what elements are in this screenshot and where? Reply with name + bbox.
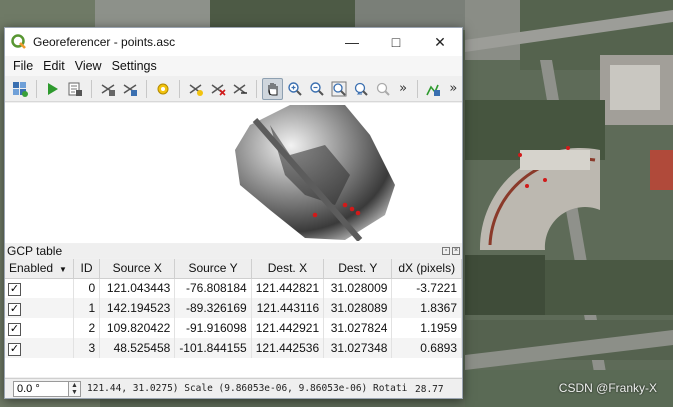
rotation-spinner[interactable]: ▲ ▼: [69, 381, 81, 397]
cell-id[interactable]: 0: [73, 278, 101, 298]
column-header-id[interactable]: ID: [73, 259, 101, 279]
window-title: Georeferencer - points.asc: [33, 35, 176, 49]
column-header-dest-y[interactable]: Dest. Y: [323, 259, 393, 279]
enabled-checkbox[interactable]: ✓: [5, 338, 74, 358]
cell-dest-x[interactable]: 121.443116: [251, 298, 325, 318]
cell-source-x[interactable]: 142.194523: [99, 298, 176, 318]
rotation-input[interactable]: 0.0 °: [13, 381, 69, 397]
georeferencer-window: Georeferencer - points.asc — □ ✕ File Ed…: [4, 27, 463, 399]
minimize-button[interactable]: —: [330, 28, 374, 56]
cell-source-x[interactable]: 121.043443: [99, 278, 176, 298]
save-gcp-points-icon[interactable]: [119, 78, 140, 100]
sort-desc-icon: ▼: [59, 265, 67, 275]
maximize-button[interactable]: □: [374, 28, 418, 56]
checkmark-icon: ✓: [8, 302, 21, 316]
add-point-icon[interactable]: [185, 78, 206, 100]
cell-dx: 0.6893: [391, 338, 462, 358]
cell-dx: -3.7221: [391, 278, 462, 298]
qgis-logo-icon: [11, 34, 26, 49]
zoom-last-icon[interactable]: [350, 78, 371, 100]
menu-view[interactable]: View: [70, 59, 107, 73]
column-header-source-y[interactable]: Source Y: [174, 259, 252, 279]
coordinates-readout: 121.44, 31.0275) Scale (9.86053e-06, 9.8…: [87, 383, 407, 394]
cell-source-x[interactable]: 109.820422: [99, 318, 176, 338]
menu-settings[interactable]: Settings: [107, 59, 162, 73]
float-panel-icon[interactable]: ▫: [442, 247, 450, 255]
menu-file[interactable]: File: [8, 59, 38, 73]
enabled-checkbox[interactable]: ✓: [5, 298, 74, 318]
cell-dest-y[interactable]: 31.028009: [323, 278, 393, 298]
gcp-table: Enabled ▼ ID Source X Source Y Dest. X De…: [5, 259, 462, 377]
cell-dest-y[interactable]: 31.028089: [323, 298, 393, 318]
toolbar-overflow-button[interactable]: »: [395, 81, 412, 96]
toolbar-overflow-button-2[interactable]: »: [445, 81, 462, 96]
checkmark-icon: ✓: [8, 342, 21, 356]
gcp-table-panel-header: GCP table ▫ ×: [5, 244, 462, 258]
table-row[interactable]: ✓ 2 109.820422 -91.916098 121.442921 31.…: [5, 318, 462, 338]
zoom-next-icon[interactable]: [373, 78, 394, 100]
cell-dest-x[interactable]: 121.442921: [251, 318, 325, 338]
gcp-table-title: GCP table: [7, 244, 63, 258]
column-header-dest-x[interactable]: Dest. X: [251, 259, 325, 279]
cell-dx: 1.8367: [391, 298, 462, 318]
column-header-source-x[interactable]: Source X: [99, 259, 176, 279]
cell-id[interactable]: 1: [73, 298, 101, 318]
close-button[interactable]: ✕: [418, 28, 462, 56]
cell-dest-y[interactable]: 31.027348: [323, 338, 393, 358]
cell-source-y[interactable]: -89.326169: [174, 298, 252, 318]
cell-dest-x[interactable]: 121.442821: [251, 278, 325, 298]
point-cloud-raster: [235, 105, 395, 241]
menu-bar: File Edit View Settings: [5, 56, 462, 76]
checkmark-icon: ✓: [8, 282, 21, 296]
zoom-in-icon[interactable]: [284, 78, 305, 100]
start-georeferencing-icon[interactable]: [42, 78, 63, 100]
cell-id[interactable]: 3: [73, 338, 101, 358]
transformation-settings-icon[interactable]: [152, 78, 173, 100]
cell-dest-y[interactable]: 31.027824: [323, 318, 393, 338]
cell-source-y[interactable]: -91.916098: [174, 318, 252, 338]
cell-source-x[interactable]: 48.525458: [99, 338, 176, 358]
cell-dest-x[interactable]: 121.442536: [251, 338, 325, 358]
cell-source-y[interactable]: -101.844155: [174, 338, 252, 358]
close-panel-icon[interactable]: ×: [452, 247, 460, 255]
enabled-checkbox[interactable]: ✓: [5, 318, 74, 338]
zoom-to-layer-icon[interactable]: [328, 78, 349, 100]
link-georeferencer-icon[interactable]: [423, 78, 444, 100]
checkmark-icon: ✓: [8, 322, 21, 336]
open-raster-icon[interactable]: [9, 78, 30, 100]
generate-gdal-script-icon[interactable]: [64, 78, 85, 100]
raster-canvas[interactable]: [5, 103, 462, 243]
load-gcp-points-icon[interactable]: [97, 78, 118, 100]
table-row[interactable]: ✓ 3 48.525458 -101.844155 121.442536 31.…: [5, 338, 462, 358]
column-header-enabled[interactable]: Enabled ▼: [5, 259, 74, 279]
table-row[interactable]: ✓ 0 121.043443 -76.808184 121.442821 31.…: [5, 278, 462, 298]
cell-source-y[interactable]: -76.808184: [174, 278, 252, 298]
status-extra-value: 28.77: [415, 383, 444, 395]
column-header-dx[interactable]: dX (pixels): [391, 259, 462, 279]
toolbar: » »: [5, 76, 462, 102]
watermark: CSDN @Franky-X: [558, 381, 657, 395]
status-bar: 0.0 ° ▲ ▼ 121.44, 31.0275) Scale (9.86053…: [5, 378, 462, 398]
cell-dx: 1.1959: [391, 318, 462, 338]
cell-id[interactable]: 2: [73, 318, 101, 338]
enabled-checkbox[interactable]: ✓: [5, 278, 74, 298]
zoom-out-icon[interactable]: [306, 78, 327, 100]
table-row[interactable]: ✓ 1 142.194523 -89.326169 121.443116 31.…: [5, 298, 462, 318]
pan-icon[interactable]: [262, 77, 284, 100]
move-gcp-point-icon[interactable]: [229, 78, 250, 100]
menu-edit[interactable]: Edit: [38, 59, 70, 73]
title-bar[interactable]: Georeferencer - points.asc — □ ✕: [5, 28, 462, 56]
delete-point-icon[interactable]: [207, 78, 228, 100]
